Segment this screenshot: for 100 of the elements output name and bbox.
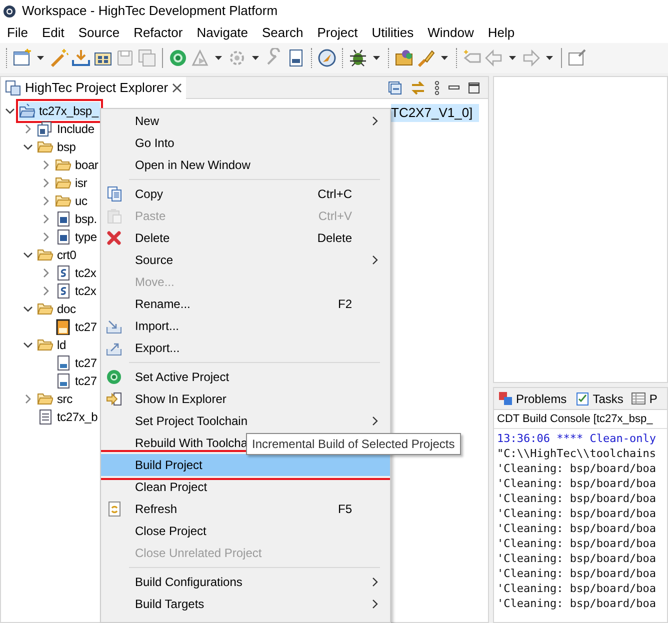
- tree-item[interactable]: Include: [37, 120, 96, 138]
- new-window-icon[interactable]: [12, 48, 32, 68]
- menu-item[interactable]: Window: [420, 22, 481, 42]
- expanded-chevron-icon[interactable]: [5, 106, 15, 116]
- menu-item[interactable]: Build Targets: [101, 593, 390, 615]
- menu-item[interactable]: Project: [310, 22, 365, 42]
- menu-item[interactable]: Open in New Window: [101, 154, 390, 176]
- download-tray-icon[interactable]: [71, 48, 91, 68]
- menu-item[interactable]: Rename... F2: [101, 293, 390, 315]
- tree-item[interactable]: boar: [55, 156, 100, 174]
- dropdown-caret-icon[interactable]: [37, 56, 44, 60]
- console-line: 'Cleaning: bsp/board/boa: [497, 461, 657, 476]
- tree-item[interactable]: ld: [37, 336, 68, 354]
- tree-item[interactable]: tc2x: [55, 282, 98, 300]
- explorer-tab[interactable]: HighTec Project Explorer: [1, 76, 186, 98]
- tree-item[interactable]: tc27: [55, 354, 99, 372]
- dropdown-caret-icon[interactable]: [441, 56, 448, 60]
- dropdown-caret-icon[interactable]: [215, 56, 222, 60]
- menu-item[interactable]: Import...: [101, 315, 390, 337]
- menu-item[interactable]: Source: [101, 249, 390, 271]
- compass-icon[interactable]: [317, 48, 337, 68]
- menu-item[interactable]: Go Into: [101, 132, 390, 154]
- tree-item[interactable]: tc27: [55, 372, 99, 390]
- panel-tab[interactable]: P: [630, 388, 658, 408]
- menu-item[interactable]: Help: [480, 22, 522, 42]
- menu-item[interactable]: Search: [255, 22, 310, 42]
- menu-item[interactable]: Clean Project: [101, 476, 390, 498]
- dropdown-caret-icon[interactable]: [252, 56, 259, 60]
- collapsed-chevron-icon[interactable]: [23, 124, 33, 134]
- collapsed-chevron-icon[interactable]: [41, 196, 51, 206]
- project-folder-icon: [19, 103, 35, 119]
- expanded-chevron-icon[interactable]: [23, 340, 33, 350]
- dropdown-caret-icon[interactable]: [373, 56, 380, 60]
- expanded-chevron-icon[interactable]: [23, 304, 33, 314]
- tree-item[interactable]: uc: [55, 192, 90, 210]
- menu-item[interactable]: Refresh F5: [101, 498, 390, 520]
- tree-item[interactable]: tc27: [55, 318, 99, 336]
- menu-item[interactable]: New: [101, 110, 390, 132]
- folder-open-icon[interactable]: [394, 48, 414, 68]
- menu-item[interactable]: Close Project: [101, 520, 390, 542]
- tree-item[interactable]: isr: [55, 174, 90, 192]
- collapse-all-icon[interactable]: [388, 80, 402, 94]
- panel-tab[interactable]: Problems: [497, 388, 568, 408]
- folder-icon: [37, 139, 53, 155]
- menu-item[interactable]: File: [0, 22, 35, 42]
- tree-item[interactable]: type: [55, 228, 99, 246]
- maximize-icon[interactable]: [468, 82, 480, 94]
- close-icon[interactable]: [172, 82, 182, 92]
- console-line: 'Cleaning: bsp/board/boa: [497, 581, 657, 596]
- text-file-icon: [37, 409, 53, 425]
- menu-item[interactable]: Navigate: [190, 22, 256, 42]
- menu-item[interactable]: Set Project Toolchain: [101, 410, 390, 432]
- tree-item[interactable]: bsp: [37, 138, 78, 156]
- expanded-chevron-icon[interactable]: [23, 250, 33, 260]
- console-title: CDT Build Console [tc27x_bsp_: [494, 410, 667, 429]
- menu-item[interactable]: Refactor: [126, 22, 190, 42]
- menu-item[interactable]: Build Project: [101, 454, 390, 476]
- folder-icon: [55, 157, 71, 173]
- menu-item[interactable]: Export...: [101, 337, 390, 359]
- menu-item[interactable]: Build Configurations: [101, 571, 390, 593]
- tree-item[interactable]: tc27x_b: [37, 408, 100, 426]
- target-icon[interactable]: [168, 48, 188, 68]
- collapsed-chevron-icon[interactable]: [41, 160, 51, 170]
- tree-item[interactable]: bsp.: [55, 210, 99, 228]
- tooltip: Incremental Build of Selected Projects: [246, 433, 461, 455]
- pinned-note-icon[interactable]: [567, 48, 587, 68]
- wand-icon[interactable]: [49, 48, 69, 68]
- menu-item[interactable]: Source: [71, 22, 127, 42]
- collapsed-chevron-icon[interactable]: [41, 214, 51, 224]
- menu-item[interactable]: Edit: [34, 22, 72, 42]
- menu-icon[interactable]: [434, 80, 440, 94]
- collapsed-chevron-icon[interactable]: [41, 286, 51, 296]
- tree-item[interactable]: tc27x_bsp_: [19, 102, 100, 120]
- brush-icon[interactable]: [416, 48, 436, 68]
- dropdown-caret-icon[interactable]: [509, 56, 516, 60]
- assembly-file-icon: [55, 265, 71, 281]
- panel-tab[interactable]: Tasks: [574, 388, 624, 408]
- tree-item[interactable]: src: [37, 390, 74, 408]
- target-icon: [106, 369, 122, 385]
- folder-icon: [37, 391, 53, 407]
- tree-item[interactable]: tc2x: [55, 264, 98, 282]
- menu-item[interactable]: Utilities: [364, 22, 421, 42]
- menu-item[interactable]: Show In Explorer: [101, 388, 390, 410]
- collapsed-chevron-icon[interactable]: [41, 178, 51, 188]
- expanded-chevron-icon[interactable]: [23, 142, 33, 152]
- menu-item[interactable]: Set Active Project: [101, 366, 390, 388]
- console-line: 13:36:06 **** Clean-only: [497, 431, 657, 446]
- collapsed-chevron-icon[interactable]: [23, 394, 33, 404]
- collapsed-chevron-icon[interactable]: [41, 268, 51, 278]
- problems-icon: [498, 391, 513, 406]
- menu-item[interactable]: Copy Ctrl+C: [101, 183, 390, 205]
- collapsed-chevron-icon[interactable]: [41, 232, 51, 242]
- menu-item[interactable]: Delete Delete: [101, 227, 390, 249]
- tree-item[interactable]: doc: [37, 300, 78, 318]
- tree-item[interactable]: crt0: [37, 246, 78, 264]
- folder-icon: [37, 301, 53, 317]
- bug-icon[interactable]: [348, 48, 368, 68]
- link-arrows-icon[interactable]: [410, 80, 426, 94]
- dropdown-caret-icon[interactable]: [546, 56, 553, 60]
- linker-file-icon: [55, 373, 71, 389]
